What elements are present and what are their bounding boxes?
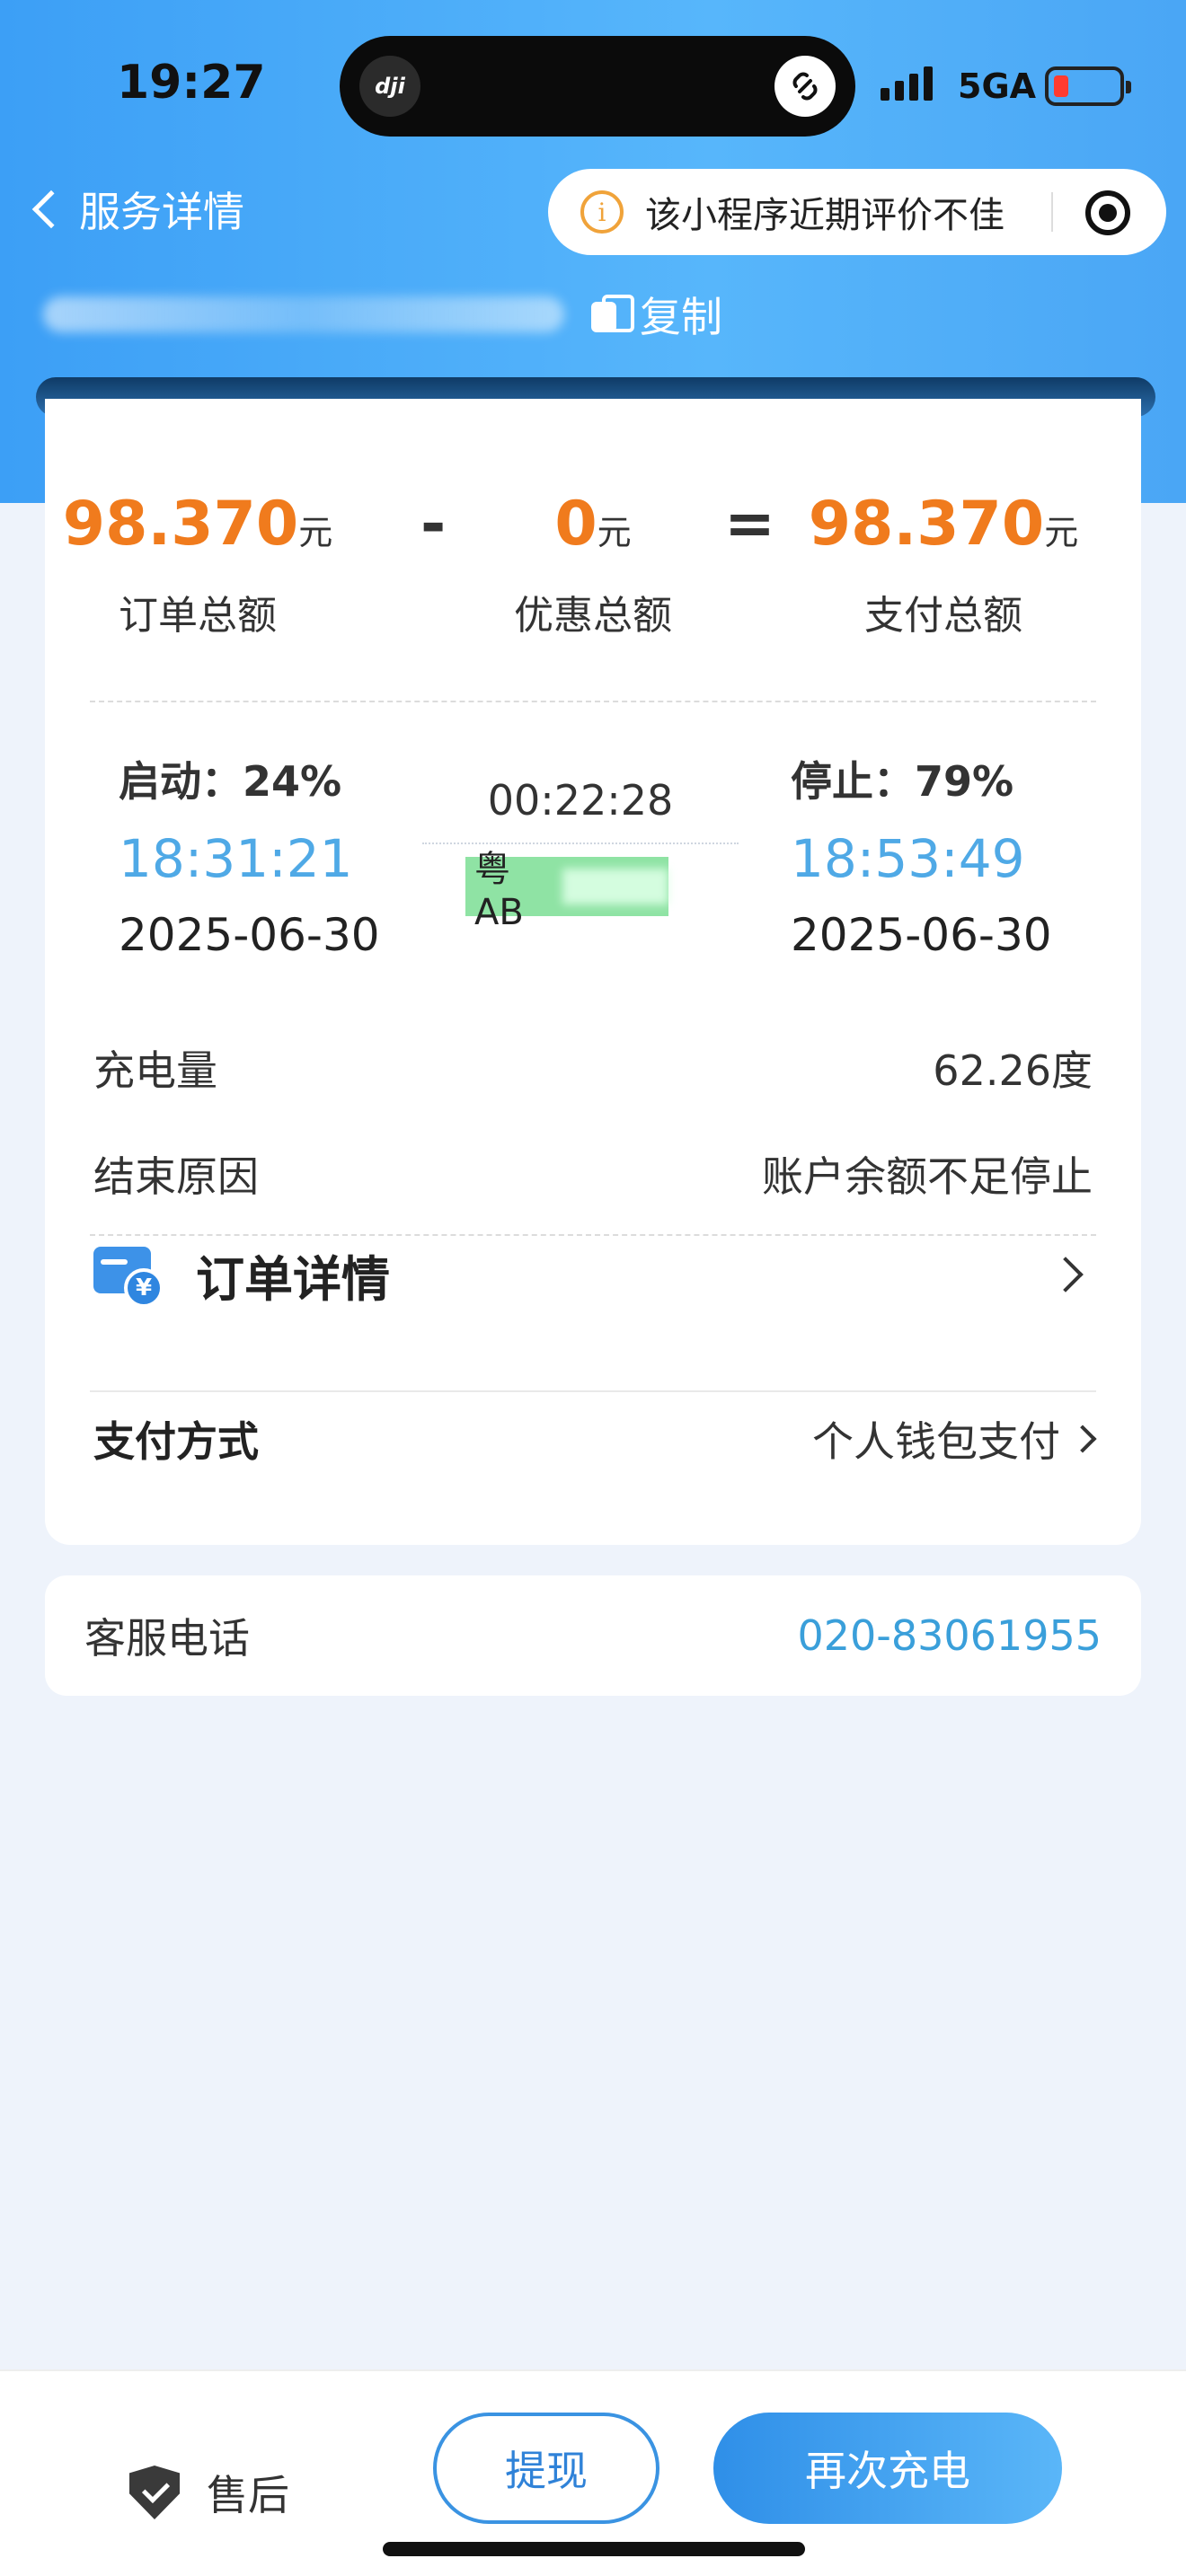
dji-app-icon: dji (359, 56, 420, 117)
customer-service-card: 客服电话 020-83061955 (45, 1575, 1141, 1696)
pay-total-label: 支付总额 (864, 593, 1022, 639)
page-title: 服务详情 (79, 188, 244, 236)
home-indicator (383, 2542, 805, 2556)
copy-icon (591, 295, 634, 334)
capsule-divider (1051, 192, 1053, 232)
order-total-unit: 元 (298, 513, 333, 552)
order-total-value: 98.370 (62, 489, 299, 560)
pay-total-unit: 元 (1044, 513, 1079, 552)
recharge-again-button[interactable]: 再次充电 (713, 2413, 1062, 2524)
plate-redacted (562, 869, 668, 904)
mini-program-capsule[interactable]: i 该小程序近期评价不佳 (548, 169, 1166, 255)
order-total: 98.370元 订单总额 (45, 489, 350, 640)
dynamic-island: dji (340, 36, 855, 137)
charge-amount-row: 充电量 62.26度 (93, 1038, 1093, 1098)
plate-prefix: 粤AB (474, 849, 524, 933)
license-plate: 粤AB (465, 849, 668, 933)
copy-label: 复制 (640, 293, 722, 341)
chevron-right-icon (1068, 1425, 1097, 1453)
start-label: 启动：24% (119, 757, 342, 806)
stop-info: 停止：79% 18:53:49 2025-06-30 (791, 749, 1052, 961)
rating-warning-text: 该小程序近期评价不佳 (645, 195, 1005, 236)
bill-yuan-icon: ¥ (93, 1243, 164, 1308)
payment-method-value: 个人钱包支付 (812, 1417, 1060, 1466)
pay-total-value: 98.370 (808, 489, 1045, 560)
battery-icon (1045, 66, 1131, 106)
equals-sign: = (724, 489, 775, 560)
duration-divider (422, 842, 739, 844)
end-reason-value: 账户余额不足停止 (762, 1152, 1093, 1201)
order-detail-label: 订单详情 (196, 1250, 390, 1308)
chevron-left-icon (31, 190, 71, 229)
service-phone-link[interactable]: 020-83061955 (797, 1611, 1102, 1660)
withdraw-button[interactable]: 提现 (433, 2413, 659, 2524)
after-sale-label: 售后 (207, 2471, 289, 2519)
stop-label: 停止：79% (791, 757, 1014, 806)
order-number-redacted (43, 287, 564, 341)
discount-total-label: 优惠总额 (514, 593, 672, 639)
chevron-right-icon (1048, 1257, 1084, 1292)
totals-row: 98.370元 订单总额 - 0元 优惠总额 = 98.370元 支付总额 (45, 489, 1141, 650)
stop-date: 2025-06-30 (791, 909, 1052, 961)
charge-duration: 00:22:28 (487, 776, 674, 825)
divider (90, 1390, 1096, 1392)
status-time: 19:27 (117, 56, 266, 110)
signal-icon (881, 66, 933, 101)
shield-check-icon (129, 2466, 180, 2519)
close-target-icon[interactable] (1085, 190, 1130, 235)
start-time: 18:31:21 (119, 828, 353, 889)
info-warning-icon: i (580, 190, 624, 234)
order-detail-row[interactable]: ¥ 订单详情 (93, 1216, 1093, 1333)
service-phone-label: 客服电话 (84, 1614, 250, 1663)
payment-method-label: 支付方式 (93, 1417, 259, 1466)
order-total-label: 订单总额 (119, 593, 277, 639)
start-date: 2025-06-30 (119, 909, 380, 961)
bottom-action-bar: 售后 提现 再次充电 (0, 2369, 1186, 2576)
pay-total: 98.370元 支付总额 (791, 489, 1096, 640)
payment-method-value-wrap: 个人钱包支付 (812, 1409, 1097, 1469)
link-icon (774, 56, 836, 117)
back-button[interactable]: 服务详情 (27, 178, 244, 241)
end-reason-row: 结束原因 账户余额不足停止 (93, 1144, 1093, 1204)
copy-button[interactable]: 复制 (591, 287, 722, 341)
payment-method-row[interactable]: 支付方式 个人钱包支付 (93, 1394, 1097, 1484)
start-info: 启动：24% 18:31:21 2025-06-30 (119, 749, 380, 961)
discount-total-value: 0 (554, 489, 597, 560)
charge-amount-value: 62.26度 (933, 1046, 1093, 1095)
network-label: 5GA (958, 66, 1037, 106)
end-reason-label: 结束原因 (93, 1152, 259, 1201)
service-summary-card: 98.370元 订单总额 - 0元 优惠总额 = 98.370元 支付总额 启动… (45, 399, 1141, 1545)
after-sale-button[interactable]: 售后 (129, 2463, 289, 2522)
stop-time: 18:53:49 (791, 828, 1025, 889)
charge-amount-label: 充电量 (93, 1046, 217, 1095)
discount-total: 0元 优惠总额 (440, 489, 746, 640)
divider (90, 701, 1096, 702)
discount-total-unit: 元 (597, 513, 632, 552)
